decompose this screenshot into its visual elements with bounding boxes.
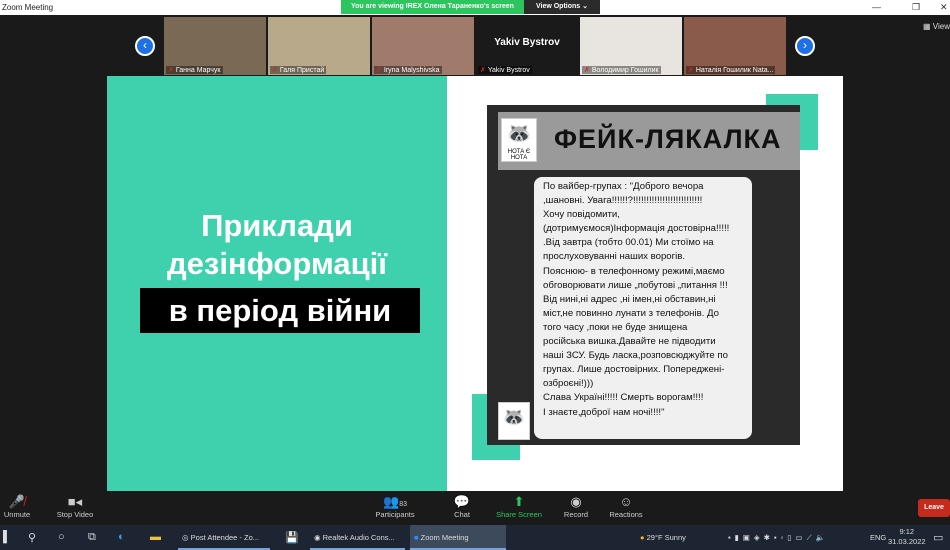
cortana-icon[interactable]: ○ [58,531,65,543]
participant-tile[interactable]: ✗ Iryna Malyshivska [372,17,474,75]
taskbar-zoom[interactable]: ■ Zoom Meeting [410,525,506,550]
viewing-label: You are viewing IREX Олена Тараненко's s… [341,0,524,14]
muted-icon: ✗ [584,67,590,74]
participants-button[interactable]: 👥83 Participants [372,494,418,519]
clock-time: 9:12 [899,527,915,536]
share-screen-label: Share Screen [496,510,542,519]
view-label: View [932,22,950,31]
participant-tile[interactable]: ✗ Ганна Марчук [164,17,266,75]
muted-icon: ✗ [168,67,174,74]
participant-tile[interactable]: Yakiv Bystrov ✗ Yakiv Bystrov [476,17,578,75]
participant-name-text: Yakiv Bystrov [487,67,530,74]
chat-label: Chat [454,510,470,519]
unmute-label: Unmute [3,510,31,519]
participant-name: ✗ Галя Пристай [270,66,327,74]
reactions-label: Reactions [609,510,643,519]
muted-icon: ✗ [376,67,382,74]
message-bubble: По вайбер-групах : "Доброго вечора ,шано… [534,177,752,439]
slide-left-panel: Приклади дезінформації в період війни [107,76,447,491]
system-tray-icons[interactable]: ▪▮▣◈✱▪▫▯▭⟋🔈 [724,525,829,550]
reactions-icon: ☺ [619,494,633,509]
notifications-icon[interactable]: ▭ [933,531,943,544]
participant-name: ✗ Володимир Гошилик [582,66,661,74]
view-options-button[interactable]: View Options ⌄ [523,0,600,14]
close-button[interactable]: ✕ [940,0,948,15]
slide-title-line3: в період війни [140,288,420,333]
participant-name-text: Галя Пристай [279,67,325,74]
raccoon-logo-small: 🦝 [498,402,530,440]
weather-icon: ● [640,533,647,542]
participant-tile[interactable]: ✗ Галя Пристай [268,17,370,75]
start-icon[interactable]: ▌ [3,531,11,543]
share-screen-icon: ⬆ [513,494,525,509]
muted-icon: ✗ [688,67,694,74]
window-title: Zoom Meeting [2,3,54,12]
stop-video-label: Stop Video [56,510,94,519]
clock-date: 31.03.2022 [888,537,926,546]
unmute-button[interactable]: 🎤̸ Unmute [2,494,32,519]
reactions-button[interactable]: ☺ Reactions [606,494,646,519]
shared-slide: Приклади дезінформації в період війни 🦝 Н… [107,76,843,491]
minimize-button[interactable]: — [872,0,881,15]
prev-page-button[interactable]: ‹ [135,36,155,56]
weather-widget[interactable]: ● 29°F Sunny [636,525,686,550]
leave-button[interactable]: Leave [918,499,950,517]
participants-label: Participants [375,510,415,519]
taskbar-realtek[interactable]: ◉ Realtek Audio Cons... [310,525,405,550]
edge-icon[interactable]: ◐ [118,531,125,543]
participant-name: ✗ Ганна Марчук [166,66,223,74]
participant-name: ✗ Yakiv Bystrov [478,66,532,74]
participant-name: ✗ Iryna Malyshivska [374,66,442,74]
taskbar-app-label: Zoom Meeting [420,533,469,542]
participant-name-text: Наталія Гошилик Nata... [695,67,774,74]
slide-title-line1: Приклади [201,208,353,243]
save-icon[interactable]: 💾 [285,531,299,544]
chrome-icon: ◎ [182,533,191,542]
participant-tile[interactable]: ✗ Наталія Гошилик Nata... [684,17,786,75]
task-view-icon[interactable]: ⧉ [88,531,96,544]
taskbar-app-label: Realtek Audio Cons... [322,533,395,542]
participant-name: ✗ Наталія Гошилик Nata... [686,66,776,74]
file-explorer-icon[interactable]: ▬ [150,531,161,543]
zoom-icon: ■ [414,533,421,542]
participants-icon: 👥83 [383,494,407,509]
muted-mic-icon: 🎤̸ [8,494,26,509]
participant-display-name: Yakiv Bystrov [494,37,560,48]
muted-icon: ✗ [480,67,486,74]
fake-message-image: 🦝 НОТА Є НОТА ФЕЙК-ЛЯКАЛКА 🦝 По вайбер-гр… [487,105,800,445]
taskbar-chrome[interactable]: ◎ Post Attendee - Zo... [178,525,270,550]
chat-icon: 💬 [453,494,471,509]
language-indicator[interactable]: ENG [866,525,886,550]
slide-title-line2: дезінформації [167,246,387,281]
realtek-icon: ◉ [314,533,323,542]
next-page-button[interactable]: › [795,36,815,56]
image-title: ФЕЙК-ЛЯКАЛКА [554,124,782,154]
search-icon[interactable]: ⚲ [28,531,36,544]
participant-tile[interactable]: ✗ Володимир Гошилик [580,17,682,75]
maximize-button[interactable]: ❐ [912,0,920,15]
share-screen-button[interactable]: ⬆ Share Screen [494,494,544,519]
participant-name-text: Ганна Марчук [175,67,221,74]
muted-icon: ✗ [272,67,278,74]
raccoon-logo: 🦝 НОТА Є НОТА [501,118,537,162]
participant-name-text: Володимир Гошилик [591,67,659,74]
participant-name-text: Iryna Malyshivska [383,67,440,74]
windows-taskbar: ▌ ⚲ ○ ⧉ ◐ ▬ ◎ Post Attendee - Zo... 💾 ◉ … [0,525,950,550]
chat-button[interactable]: 💬 Chat [448,494,476,519]
view-button[interactable]: ▦ View [923,22,950,31]
image-header: 🦝 НОТА Є НОТА ФЕЙК-ЛЯКАЛКА [498,112,800,170]
stop-video-button[interactable]: ■◂ Stop Video [52,494,98,519]
weather-text: 29°F Sunny [646,533,686,542]
record-icon: ◉ [570,494,582,509]
record-label: Record [563,510,589,519]
screen-share-banner: You are viewing IREX Олена Тараненко's s… [341,0,600,14]
clock[interactable]: 9:12 31.03.2022 [888,527,926,547]
participant-count: 83 [399,501,407,508]
taskbar-app-label: Post Attendee - Zo... [190,533,260,542]
record-button[interactable]: ◉ Record [560,494,592,519]
video-camera-icon: ■◂ [67,494,83,509]
